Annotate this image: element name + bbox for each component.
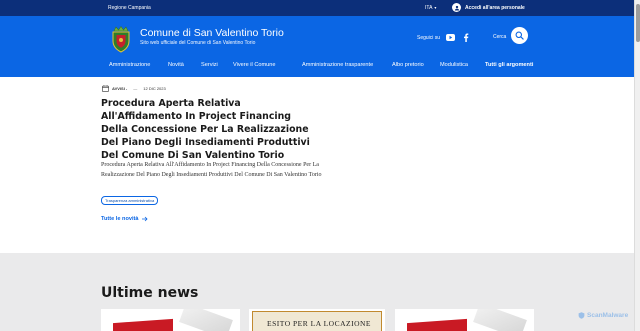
nav-item-modulistica[interactable]: Modulistica (440, 62, 468, 68)
all-news-label: Tutte le novità (101, 216, 139, 222)
search-icon (515, 31, 524, 40)
main-nav: Amministrazione Novità Servizi Vivere il… (0, 60, 634, 75)
article-meta: AVVISI - — 12 DIC 2023 (102, 85, 166, 92)
news-card-image-text: ESITO PER LA LOCAZIONE (267, 319, 371, 328)
chevron-down-icon: ▾ (434, 5, 437, 10)
language-selector[interactable]: ITA ▾ (425, 5, 436, 11)
nav-item-vivere-il-comune[interactable]: Vivere il Comune (233, 62, 276, 68)
news-card-image-shape (473, 309, 527, 331)
municipal-crest-icon[interactable] (109, 25, 133, 53)
watermark-text: ScanMalware (587, 312, 629, 319)
latest-news-section: Ultime news ESITO PER LA LOCAZIONE (0, 253, 634, 331)
youtube-icon[interactable] (446, 33, 456, 42)
nav-item-albo-pretorio[interactable]: Albo pretorio (392, 62, 424, 68)
news-card[interactable] (101, 309, 240, 331)
top-bar: Regione Campania ITA ▾ Accedi all'area pe… (0, 0, 634, 16)
news-card[interactable]: ESITO PER LA LOCAZIONE (249, 309, 385, 331)
watermark: ScanMalware (578, 312, 628, 319)
user-icon (452, 3, 461, 12)
nav-item-tutti-gli-argomenti[interactable]: Tutti gli argomenti (485, 62, 533, 68)
login-button[interactable]: Accedi all'area personale (452, 3, 525, 12)
page: Regione Campania ITA ▾ Accedi all'area pe… (0, 0, 640, 331)
facebook-icon[interactable] (461, 33, 470, 42)
news-card-image-shape (179, 309, 233, 331)
nav-item-novita[interactable]: Novità (168, 62, 184, 68)
language-label: ITA (425, 5, 433, 11)
site-subtitle: Sito web ufficiale del Comune di San Val… (140, 40, 256, 46)
news-card-image (113, 318, 173, 331)
search-label: Cerca (493, 34, 507, 40)
topic-tag[interactable]: Trasparenza amministrativa (101, 196, 159, 205)
news-card[interactable] (395, 309, 534, 331)
site-title[interactable]: Comune di San Valentino Torio (140, 27, 284, 39)
arrow-right-icon (141, 216, 148, 222)
search-button[interactable] (511, 27, 528, 44)
nav-item-amministrazione-trasparente[interactable]: Amministrazione trasparente (302, 62, 373, 68)
all-news-link[interactable]: Tutte le novità (101, 216, 148, 222)
header: Comune di San Valentino Torio Sito web u… (0, 16, 634, 77)
nav-item-servizi[interactable]: Servizi (201, 62, 218, 68)
news-card-image (407, 318, 467, 331)
region-link[interactable]: Regione Campania (108, 5, 151, 11)
login-label: Accedi all'area personale (465, 4, 525, 11)
article-category[interactable]: AVVISI - (112, 86, 127, 91)
shield-icon (578, 312, 585, 319)
section-title: Ultime news (101, 285, 199, 301)
social-label: Seguici su (417, 34, 441, 41)
calendar-icon (102, 85, 109, 92)
news-card-image: ESITO PER LA LOCAZIONE (252, 311, 382, 331)
social-links: Seguici su (417, 33, 470, 42)
article-title[interactable]: Procedura Aperta Relativa All'Affidament… (101, 97, 321, 162)
vertical-scrollbar[interactable] (634, 0, 640, 331)
meta-separator: — (133, 86, 138, 91)
article-date: 12 DIC 2023 (143, 86, 166, 91)
nav-item-amministrazione[interactable]: Amministrazione (109, 62, 150, 68)
scrollbar-thumb[interactable] (636, 4, 640, 42)
article-description: Procedura Aperta Relativa All'Affidament… (101, 162, 322, 178)
